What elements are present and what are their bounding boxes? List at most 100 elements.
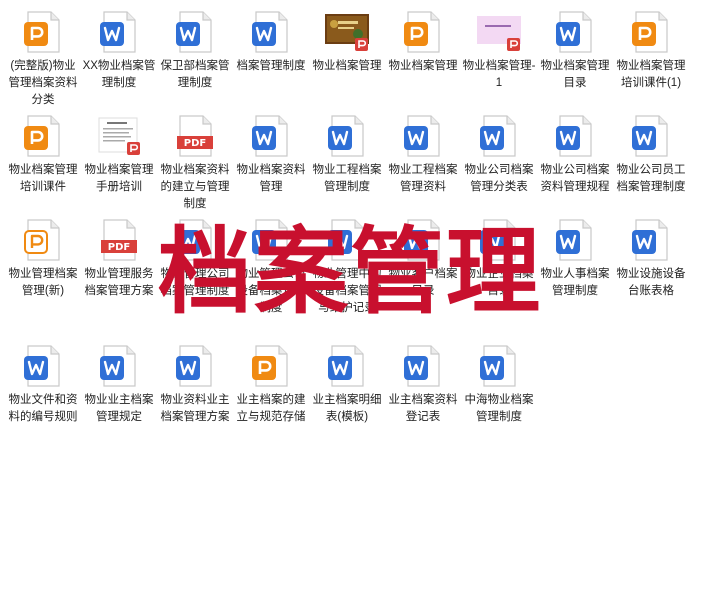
file-wuye-dangan-ziliao-guanli[interactable]: 物业档案资料管理	[233, 114, 309, 196]
powerpoint-file-icon	[401, 10, 445, 54]
word-file-icon	[553, 114, 597, 158]
word-file-icon	[477, 114, 521, 158]
word-file-icon	[553, 10, 597, 54]
file-wuye-guanli-gongsi-shebei-dangan-guanli-zhidu[interactable]: 物业管理公司设备档案管理制度	[233, 218, 309, 317]
file-label: 物业档案资料管理	[236, 164, 306, 193]
file-label: 保卫部档案管理制度	[160, 60, 230, 89]
svg-text:PDF: PDF	[108, 242, 130, 253]
presentation-thumbnail-icon	[325, 10, 369, 54]
file-label: 档案管理制度	[236, 60, 306, 72]
file-label: 物业档案管理手册培训	[84, 164, 154, 193]
file-wuye-qiye-dangan-mulu[interactable]: 物业企业档案目录	[461, 218, 537, 300]
file-wanzhengban-wuye-guanli-dangan-ziliao-fenlei[interactable]: (完整版)物业管理档案资料分类	[5, 10, 81, 109]
word-file-icon	[629, 114, 673, 158]
file-label: 物业公司员工档案管理制度	[616, 164, 686, 193]
file-dangan-guanli-zhidu[interactable]: 档案管理制度	[233, 10, 309, 75]
presentation-thumbnail-icon	[477, 10, 521, 54]
file-label: 物业档案管理	[388, 60, 458, 72]
file-label: 中海物业档案管理制度	[464, 394, 534, 423]
word-file-icon	[249, 114, 293, 158]
file-icon-grid: (完整版)物业管理档案资料分类 XX物业档案管理制度 保卫部档案管理制度 档案管理制度…	[0, 0, 703, 613]
file-wuye-renshi-dangan-guanli-zhidu[interactable]: 物业人事档案管理制度	[537, 218, 613, 300]
file-xx-wuye-dangan-guanli-zhidu[interactable]: XX物业档案管理制度	[81, 10, 157, 92]
file-wuye-dangan-ziliao-jianli[interactable]: PDF 物业档案资料的建立与管理制度	[157, 114, 233, 213]
file-label: 物业企业档案目录	[464, 268, 534, 297]
file-wuye-guanli-shebei-dangan-weixiu-jilu[interactable]: 物业管理中的设备档案管理与维护记录	[309, 218, 385, 317]
file-wuye-dangan-guanli[interactable]: 物业档案管理	[385, 10, 461, 75]
file-label: 物业资料业主档案管理方案	[160, 394, 230, 423]
file-wuye-gongcheng-dangan-guanli-ziliao[interactable]: 物业工程档案管理资料	[385, 114, 461, 196]
file-label: 物业档案资料的建立与管理制度	[160, 164, 230, 210]
file-label: 物业文件和资料的编号规则	[8, 394, 78, 423]
file-wuye-dangan-guanli-mulu[interactable]: 物业档案管理目录	[537, 10, 613, 92]
file-wuye-gongcheng-dangan-guanli-zhidu[interactable]: 物业工程档案管理制度	[309, 114, 385, 196]
file-label: 物业管理服务档案管理方案	[84, 268, 154, 297]
file-wuye-guanli-dangan-guanli-xin[interactable]: 物业管理档案管理(新)	[5, 218, 81, 300]
word-file-icon	[249, 218, 293, 262]
file-wuye-dangan-guanli-peixun-kejian[interactable]: 物业档案管理培训课件	[5, 114, 81, 196]
file-label: 物业工程档案管理制度	[312, 164, 382, 193]
file-wuye-yezhu-dangan-guanli-guiding[interactable]: 物业业主档案管理规定	[81, 344, 157, 426]
word-file-icon	[173, 10, 217, 54]
file-wuye-guanli-gongsi-dangan-guanli-zhidu[interactable]: 物业管理公司档案管理制度	[157, 218, 233, 300]
word-file-icon	[97, 344, 141, 388]
powerpoint-file-icon	[21, 114, 65, 158]
powerpoint-file-icon	[249, 344, 293, 388]
file-label: 物业管理公司设备档案管理制度	[236, 268, 306, 314]
file-wuye-dangan-guanli-shouce-peixun[interactable]: 物业档案管理手册培训	[81, 114, 157, 196]
file-wuye-guanli-fuwu-dangan-guanli-fangan[interactable]: PDF 物业管理服务档案管理方案	[81, 218, 157, 300]
file-yezhu-dangan-mingxibiao-muban[interactable]: 业主档案明细表(模板)	[309, 344, 385, 426]
file-label: 物业公司档案资料管理规程	[540, 164, 610, 193]
file-wuye-dangan-guanli-peixun-kejian-1[interactable]: 物业档案管理培训课件(1)	[613, 10, 689, 92]
file-label: XX物业档案管理制度	[82, 60, 156, 89]
word-file-icon	[173, 344, 217, 388]
file-wuye-dangan-guanli-1[interactable]: 物业档案管理-1	[461, 10, 537, 92]
word-file-icon	[325, 114, 369, 158]
file-label: (完整版)物业管理档案资料分类	[8, 60, 78, 106]
word-file-icon	[477, 218, 521, 262]
word-file-icon	[249, 10, 293, 54]
svg-text:PDF: PDF	[184, 138, 206, 149]
file-label: 物业公司档案管理分类表	[464, 164, 534, 193]
file-label: 物业档案管理培训课件(1)	[616, 60, 686, 89]
pdf-file-icon: PDF	[97, 218, 141, 262]
file-baoweibu-dangan-guanli-zhidu[interactable]: 保卫部档案管理制度	[157, 10, 233, 92]
file-wuye-gongsi-dangan-guanli-fenlei-biao[interactable]: 物业公司档案管理分类表	[461, 114, 537, 196]
file-wuye-kehu-dangan-mulu[interactable]: 物业客户档案目录	[385, 218, 461, 300]
file-wuye-ziliao-yezhu-dangan-guanli-fangan[interactable]: 物业资料业主档案管理方案	[157, 344, 233, 426]
word-file-icon	[97, 10, 141, 54]
word-file-icon	[325, 218, 369, 262]
file-label: 物业档案管理	[312, 60, 382, 72]
file-yezhu-dangan-ziliao-dengjibiao[interactable]: 业主档案资料登记表	[385, 344, 461, 426]
file-label: 物业客户档案目录	[388, 268, 458, 297]
file-wuye-gongsi-dangan-ziliao-guanli-guicheng[interactable]: 物业公司档案资料管理规程	[537, 114, 613, 196]
file-label: 物业工程档案管理资料	[388, 164, 458, 193]
file-label: 业主档案资料登记表	[388, 394, 458, 423]
file-yezhu-dangan-jianli-guifan-cunchu[interactable]: 业主档案的建立与规范存储	[233, 344, 309, 426]
file-label: 物业人事档案管理制度	[540, 268, 610, 297]
document-thumbnail-icon	[97, 114, 141, 158]
powerpoint-file-icon	[21, 218, 65, 262]
file-label: 物业设施设备台账表格	[616, 268, 686, 297]
file-label: 物业业主档案管理规定	[84, 394, 154, 423]
file-label: 物业档案管理-1	[462, 60, 536, 89]
pdf-file-icon: PDF	[173, 114, 217, 158]
file-wuye-sheshi-shebei-taizhang-biaoge[interactable]: 物业设施设备台账表格	[613, 218, 689, 300]
file-wuye-gongsi-yuangong-dangan-guanli-zhidu[interactable]: 物业公司员工档案管理制度	[613, 114, 689, 196]
file-wuye-wenjian-ziliao-bianhao-guize[interactable]: 物业文件和资料的编号规则	[5, 344, 81, 426]
file-label: 物业档案管理培训课件	[8, 164, 78, 193]
word-file-icon	[553, 218, 597, 262]
word-file-icon	[21, 344, 65, 388]
file-label: 物业档案管理目录	[540, 60, 610, 89]
powerpoint-file-icon	[21, 10, 65, 54]
file-label: 物业管理档案管理(新)	[8, 268, 78, 297]
word-file-icon	[401, 344, 445, 388]
file-wuye-dangan-guanli-thumb[interactable]: 物业档案管理	[309, 10, 385, 75]
word-file-icon	[401, 114, 445, 158]
powerpoint-file-icon	[629, 10, 673, 54]
word-file-icon	[477, 344, 521, 388]
file-label: 物业管理公司档案管理制度	[160, 268, 230, 297]
file-zhonghai-wuye-dangan-guanli-zhidu[interactable]: 中海物业档案管理制度	[461, 344, 537, 426]
word-file-icon	[629, 218, 673, 262]
file-label: 业主档案明细表(模板)	[312, 394, 382, 423]
